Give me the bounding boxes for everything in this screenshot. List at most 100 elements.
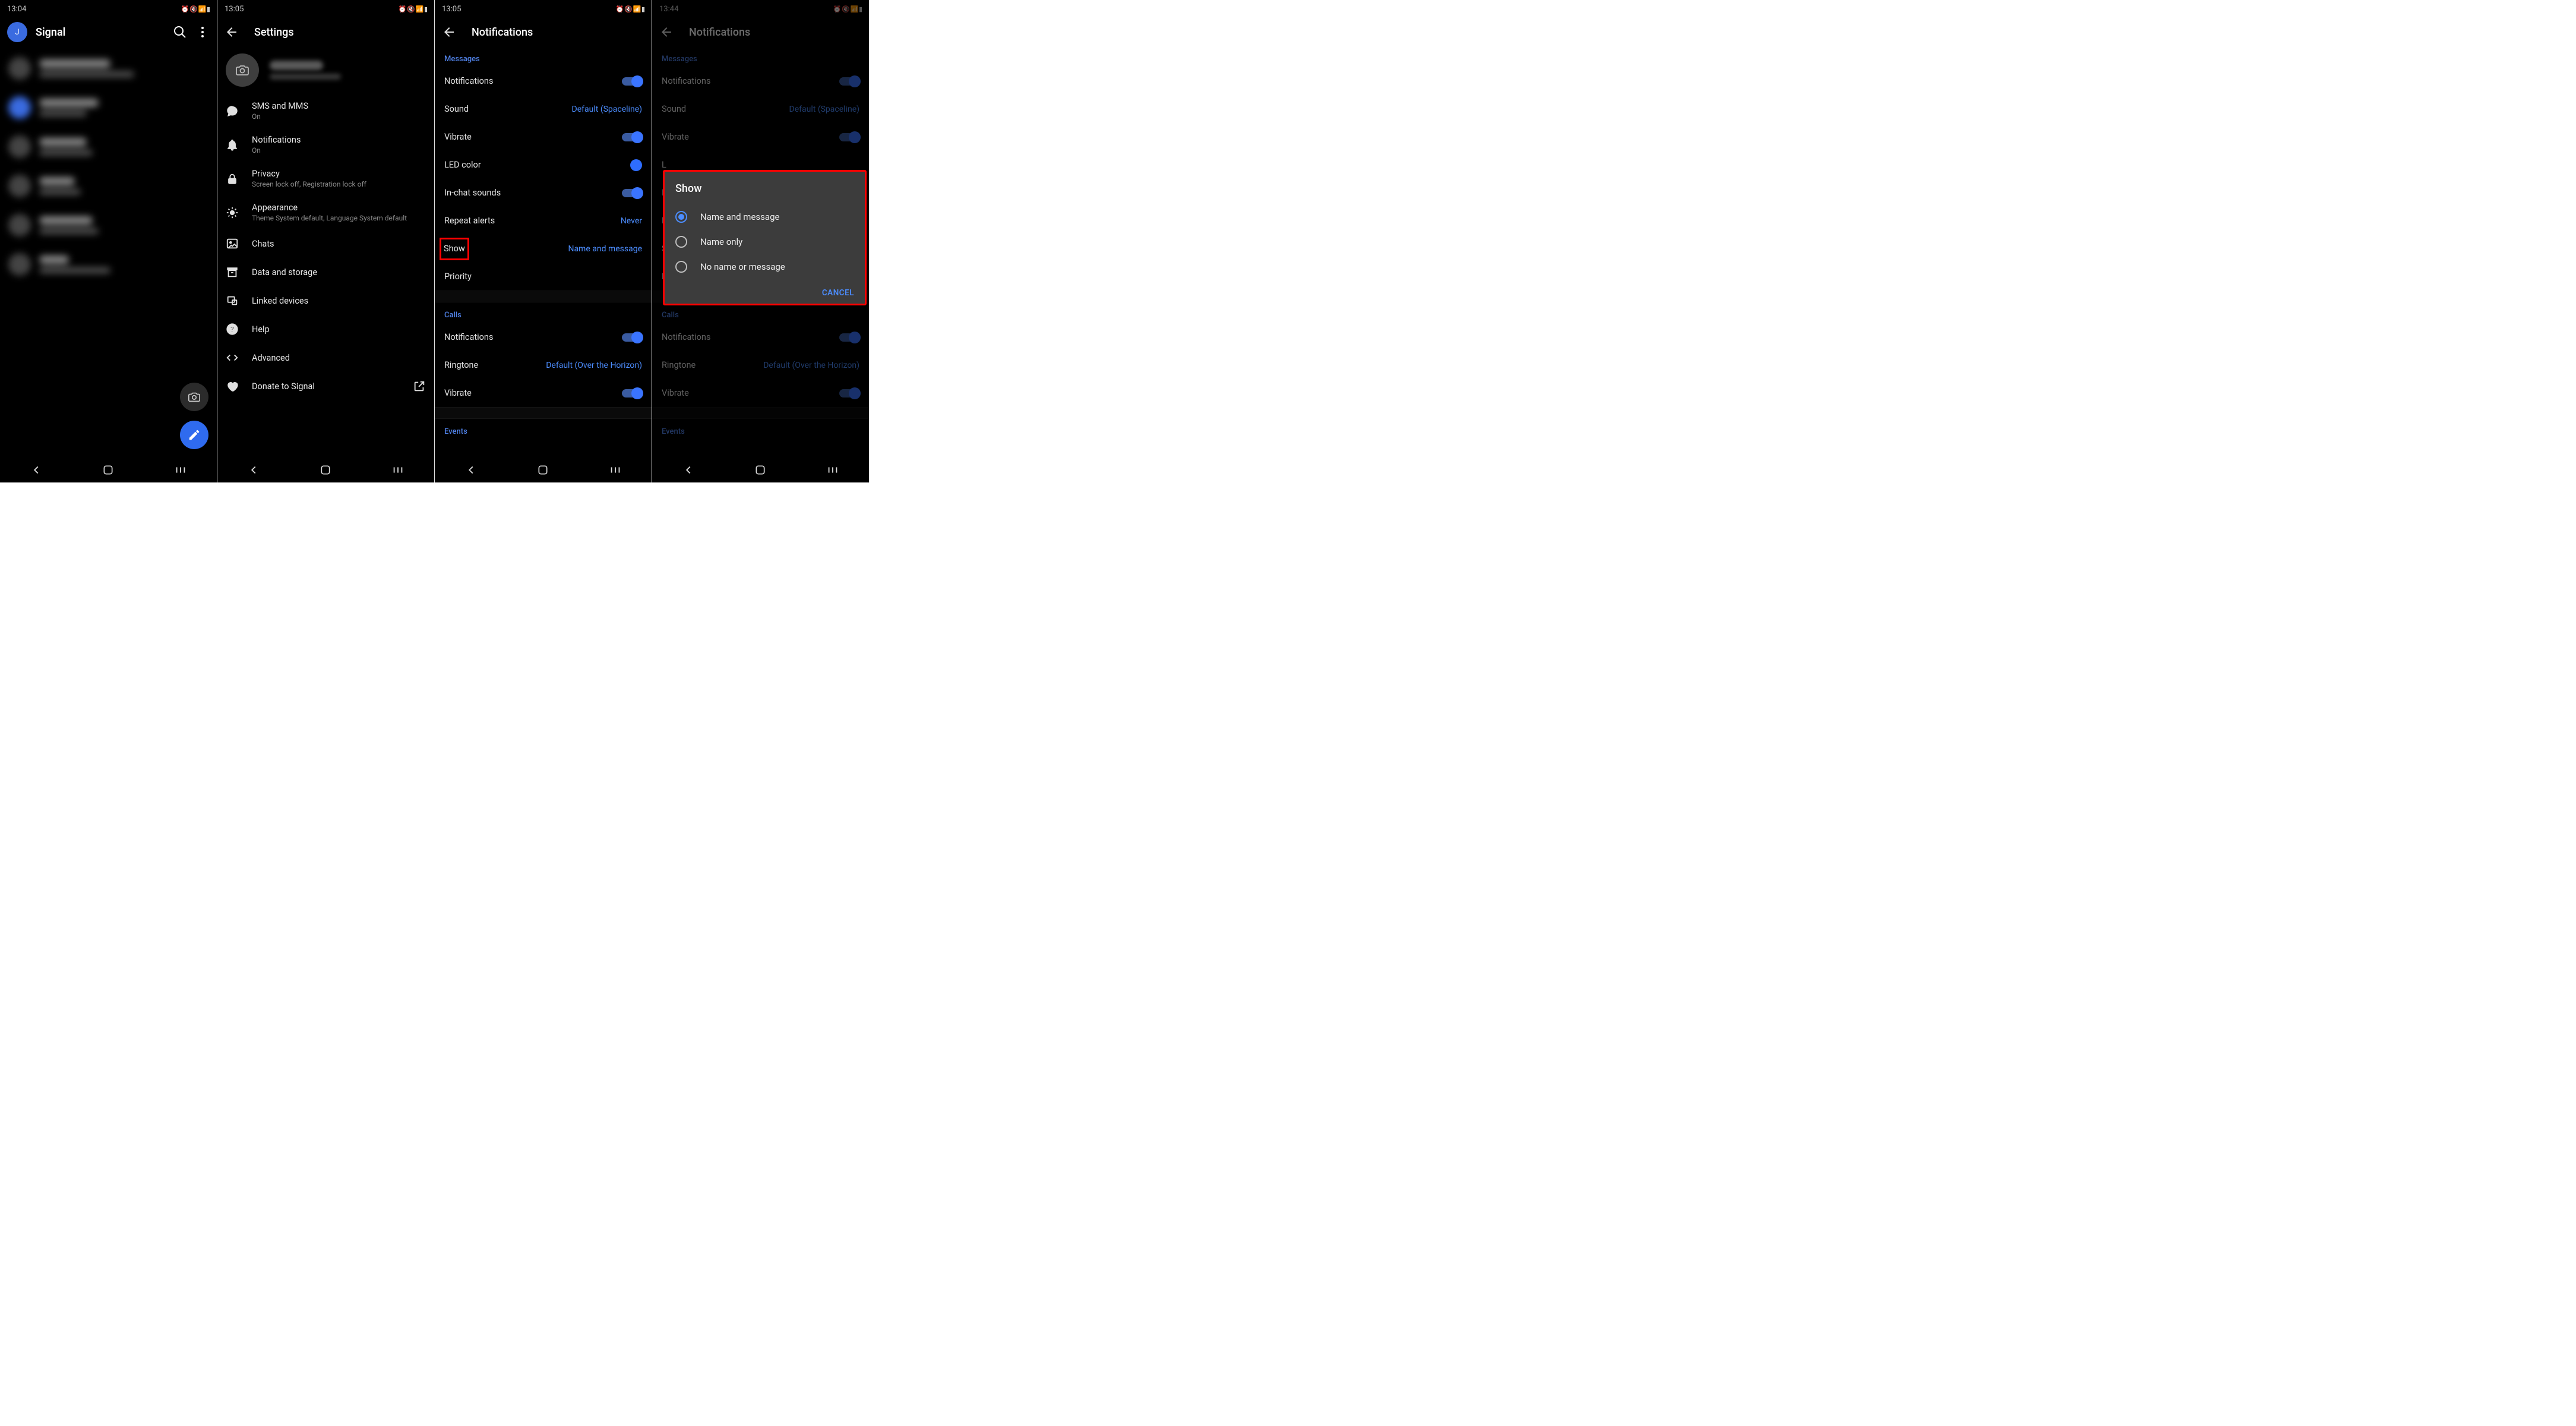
settings-chats[interactable]: Chats — [217, 229, 434, 258]
screen-settings: 13:05 ⏰ 🔇 📶 ▮ Settings SMS and MMSOn Not… — [217, 0, 435, 482]
switch-on — [839, 133, 859, 141]
back-nav-icon[interactable] — [247, 463, 260, 477]
code-icon — [226, 351, 239, 364]
profile-row[interactable] — [217, 46, 434, 94]
settings-sms[interactable]: SMS and MMSOn — [217, 94, 434, 128]
help-icon: ? — [226, 323, 239, 336]
switch-on[interactable] — [622, 133, 642, 141]
divider — [652, 407, 869, 419]
chat-item[interactable] — [0, 166, 217, 206]
chat-item[interactable] — [0, 88, 217, 127]
back-nav-icon[interactable] — [682, 463, 695, 477]
app-bar: Notifications — [435, 18, 652, 46]
dialog-title: Show — [675, 182, 854, 195]
pref-sound[interactable]: Sound Default (Spaceline) — [435, 95, 652, 123]
radio-name-and-message[interactable]: Name and message — [675, 204, 854, 229]
status-icons: ⏰ 🔇 📶 ▮ — [833, 5, 862, 13]
back-icon[interactable] — [442, 25, 456, 39]
recents-nav-icon[interactable] — [826, 463, 839, 477]
switch-on[interactable] — [622, 333, 642, 342]
radio-unchecked-icon — [675, 261, 687, 273]
chat-item[interactable] — [0, 49, 217, 88]
settings-linked-devices[interactable]: Linked devices — [217, 286, 434, 315]
settings-appearance[interactable]: AppearanceTheme System default, Language… — [217, 195, 434, 229]
section-events: Events — [652, 419, 869, 440]
home-nav-icon[interactable] — [537, 464, 549, 476]
screen-notifications: 13:05 ⏰ 🔇 📶 ▮ Notifications Messages Not… — [435, 0, 652, 482]
switch-on[interactable] — [622, 77, 642, 86]
home-nav-icon[interactable] — [320, 464, 331, 476]
app-bar: Notifications — [652, 18, 869, 46]
radio-name-only[interactable]: Name only — [675, 229, 854, 254]
back-icon — [659, 25, 674, 39]
switch-on[interactable] — [622, 389, 642, 397]
radio-no-name-or-message[interactable]: No name or message — [675, 254, 854, 279]
chat-item[interactable] — [0, 245, 217, 284]
clock: 13:05 — [442, 5, 461, 14]
pref-call-notifications[interactable]: Notifications — [435, 323, 652, 351]
settings-donate[interactable]: Donate to Signal — [217, 372, 434, 400]
divider — [435, 291, 652, 302]
more-icon[interactable] — [195, 25, 210, 39]
chat-item[interactable] — [0, 206, 217, 245]
pref-inchat-sounds[interactable]: In-chat sounds — [435, 179, 652, 207]
highlight-show: Show — [440, 238, 469, 260]
recents-nav-icon[interactable] — [609, 463, 622, 477]
back-nav-icon[interactable] — [30, 463, 43, 477]
pref-vibrate[interactable]: Vibrate — [435, 123, 652, 151]
nav-bar — [652, 458, 869, 482]
switch-on — [839, 333, 859, 342]
chat-item[interactable] — [0, 127, 217, 166]
pref-ringtone[interactable]: Ringtone Default (Over the Horizon) — [435, 351, 652, 379]
pref-priority[interactable]: Priority — [435, 263, 652, 291]
settings-help[interactable]: ? Help — [217, 315, 434, 343]
image-icon — [226, 237, 239, 250]
pref-ringtone: Ringtone Default (Over the Horizon) — [652, 351, 869, 379]
notifications-title: Notifications — [689, 26, 862, 39]
settings-privacy[interactable]: PrivacyScreen lock off, Registration loc… — [217, 162, 434, 195]
nav-bar — [0, 458, 217, 482]
section-calls: Calls — [435, 302, 652, 323]
profile-avatar[interactable]: J — [7, 22, 27, 42]
back-icon[interactable] — [225, 25, 239, 39]
screen-signal-home: 13:04 ⏰ 🔇 📶 ▮ J Signal — [0, 0, 217, 482]
radio-checked-icon — [675, 211, 687, 223]
pref-call-vibrate[interactable]: Vibrate — [435, 379, 652, 407]
recents-nav-icon[interactable] — [391, 463, 404, 477]
section-events: Events — [435, 419, 652, 440]
status-icons: ⏰ 🔇 📶 ▮ — [616, 5, 644, 13]
section-calls: Calls — [652, 302, 869, 323]
pref-show[interactable]: Show Name and message — [435, 235, 652, 263]
camera-fab[interactable] — [180, 383, 208, 411]
led-color-dot — [630, 159, 642, 171]
pref-call-vibrate: Vibrate — [652, 379, 869, 407]
svg-text:?: ? — [230, 326, 234, 335]
compose-fab[interactable] — [180, 421, 208, 449]
settings-data-storage[interactable]: Data and storage — [217, 258, 434, 286]
status-bar: 13:04 ⏰ 🔇 📶 ▮ — [0, 0, 217, 18]
profile-text — [270, 61, 341, 80]
search-icon[interactable] — [173, 25, 187, 39]
home-nav-icon[interactable] — [102, 464, 114, 476]
brightness-icon — [226, 206, 239, 219]
camera-icon — [188, 390, 201, 403]
nav-bar — [217, 458, 434, 482]
pref-repeat-alerts[interactable]: Repeat alerts Never — [435, 207, 652, 235]
recents-nav-icon[interactable] — [174, 463, 187, 477]
pref-notifications[interactable]: Notifications — [435, 67, 652, 95]
divider — [435, 407, 652, 419]
pref-vibrate: Vibrate — [652, 123, 869, 151]
settings-advanced[interactable]: Advanced — [217, 343, 434, 372]
back-nav-icon[interactable] — [464, 463, 478, 477]
cancel-button[interactable]: CANCEL — [822, 288, 854, 298]
pref-led-color[interactable]: LED color — [435, 151, 652, 179]
settings-notifications[interactable]: NotificationsOn — [217, 128, 434, 162]
switch-on — [839, 389, 859, 397]
switch-on[interactable] — [622, 189, 642, 197]
status-bar: 13:05 ⏰ 🔇 📶 ▮ — [217, 0, 434, 18]
chat-bubble-icon — [226, 105, 239, 118]
app-bar: Settings — [217, 18, 434, 46]
app-title: Signal — [36, 26, 165, 39]
notifications-title: Notifications — [472, 26, 644, 39]
home-nav-icon[interactable] — [754, 464, 766, 476]
